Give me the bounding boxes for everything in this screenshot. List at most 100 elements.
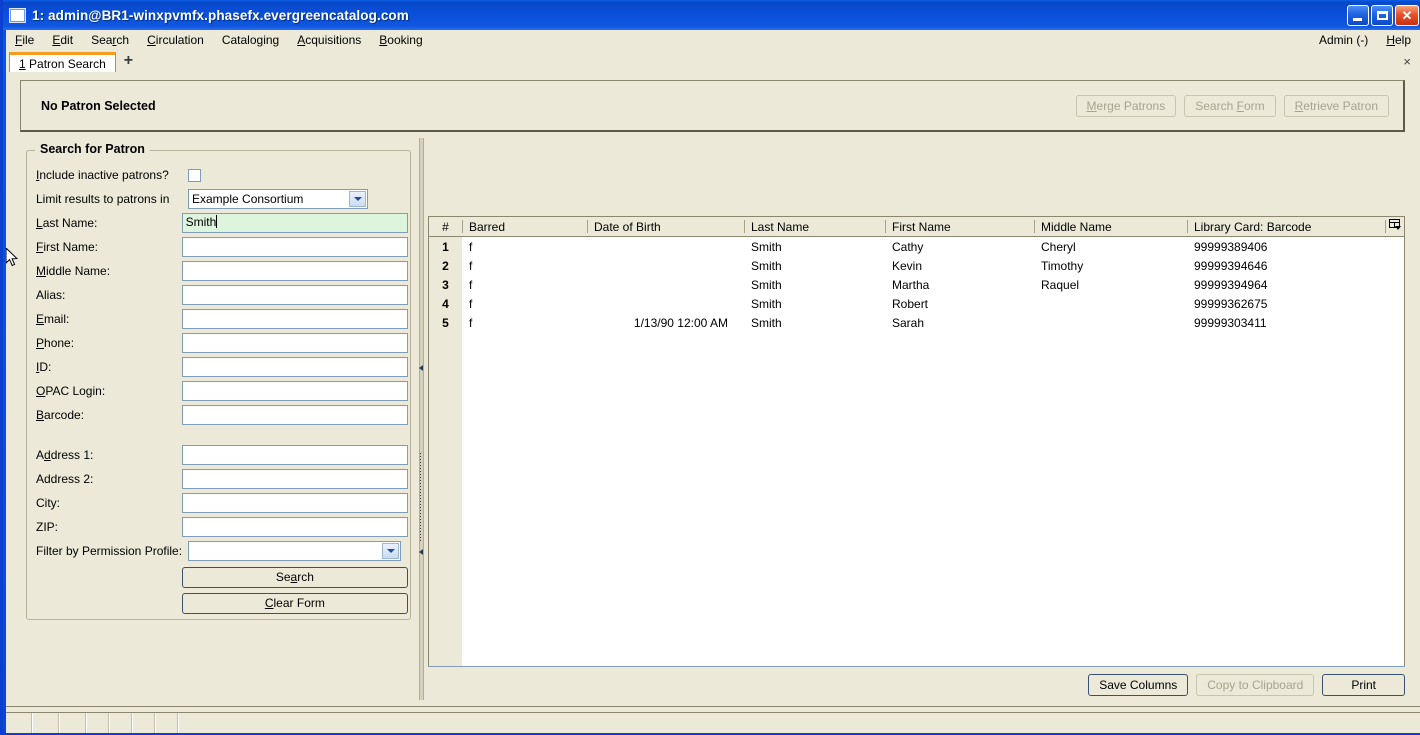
maximize-button[interactable] — [1371, 4, 1393, 26]
copy-to-clipboard-button[interactable]: Copy to Clipboard — [1196, 674, 1315, 696]
results-panel: # Barred Date of Birth Last Name First N… — [428, 138, 1405, 700]
application-window: 1: admin@BR1-winxpvmfx.phasefx.evergreen… — [0, 0, 1420, 735]
menu-file[interactable]: File — [6, 31, 43, 49]
limit-results-select[interactable]: Example Consortium — [188, 189, 368, 209]
merge-patrons-button[interactable]: Merge Patrons — [1075, 94, 1177, 117]
opac-login-label: OPAC Login: — [36, 384, 106, 398]
include-inactive-label: Include inactive patrons? — [36, 168, 169, 182]
chevron-down-icon[interactable] — [382, 543, 399, 559]
cell-middle-name: Raquel — [1034, 275, 1187, 294]
status-segment-1 — [6, 713, 33, 733]
cell-middle-name: Cheryl — [1034, 236, 1187, 256]
cell-first-name: Cathy — [885, 236, 1034, 256]
status-bar — [6, 712, 1420, 733]
clear-form-button[interactable]: Clear Form — [181, 592, 408, 614]
alias-input[interactable] — [181, 285, 408, 305]
splitter-collapse-left-icon[interactable] — [417, 364, 424, 371]
splitter-grip[interactable] — [420, 453, 421, 543]
field-row-search-button: Se a rch — [36, 563, 408, 589]
cell-middle-name — [1034, 313, 1187, 332]
search-fieldset-legend: Search for Patron — [35, 142, 150, 156]
patron-search-form: Include inactive patrons? Limit results … — [36, 163, 408, 615]
include-inactive-checkbox[interactable] — [188, 168, 201, 182]
cell-spacer — [1385, 313, 1404, 332]
menu-cataloging[interactable]: Cataloging — [213, 31, 288, 49]
window-title: 1: admin@BR1-winxpvmfx.phasefx.evergreen… — [32, 7, 409, 23]
table-row[interactable]: 3 f Smith Martha Raquel 99999394964 — [429, 275, 1404, 294]
middle-name-input[interactable] — [181, 261, 408, 281]
field-row-zip: ZIP: — [36, 515, 408, 539]
splitter-bar[interactable] — [419, 138, 424, 700]
column-header-dob[interactable]: Date of Birth — [587, 216, 744, 237]
window-controls: ✕ — [1347, 4, 1420, 26]
chevron-down-icon[interactable] — [349, 191, 366, 207]
close-icon: ✕ — [1401, 7, 1413, 23]
print-button[interactable]: Print — [1322, 674, 1405, 696]
column-header-first-name[interactable]: First Name — [885, 216, 1034, 237]
close-button[interactable]: ✕ — [1395, 4, 1419, 26]
menu-booking[interactable]: Booking — [370, 31, 431, 49]
save-columns-button[interactable]: Save Columns — [1088, 674, 1189, 696]
cell-spacer — [1385, 236, 1404, 256]
splitter-collapse-right-icon[interactable] — [417, 548, 424, 555]
city-input[interactable] — [181, 493, 408, 513]
first-name-input[interactable] — [181, 237, 408, 257]
retrieve-patron-button[interactable]: Retrieve Patron — [1283, 94, 1389, 117]
column-header-middle-name[interactable]: Middle Name — [1034, 216, 1187, 237]
cell-first-name: Martha — [885, 275, 1034, 294]
email-input[interactable] — [181, 309, 408, 329]
panel-splitter[interactable] — [414, 138, 428, 700]
column-header-last-name[interactable]: Last Name — [744, 216, 885, 237]
column-header-number[interactable]: # — [429, 216, 462, 237]
field-row-opac-login: OPAC Login: — [36, 379, 408, 403]
cell-barred: f — [462, 313, 587, 332]
phone-label: Phone: — [36, 336, 75, 350]
menu-bar-right: Admin (-) Help — [1310, 31, 1420, 49]
address2-input[interactable] — [181, 469, 408, 489]
cell-dob — [587, 294, 744, 313]
close-tab-button[interactable]: × — [1403, 54, 1420, 70]
email-label: Email: — [36, 312, 70, 326]
cell-barred: f — [462, 294, 587, 313]
system-menu-icon[interactable] — [9, 7, 26, 23]
cell-dob — [587, 236, 744, 256]
menu-admin[interactable]: Admin (-) — [1310, 31, 1377, 49]
field-row-alias: Alias: — [36, 283, 408, 307]
menu-help[interactable]: Help — [1377, 31, 1420, 49]
table-row[interactable]: 1 f Smith Cathy Cheryl 99999389406 — [429, 236, 1404, 256]
minimize-button[interactable] — [1347, 4, 1369, 26]
permission-profile-select[interactable] — [188, 541, 401, 561]
barcode-input[interactable] — [181, 405, 408, 425]
opac-login-input[interactable] — [181, 381, 408, 401]
phone-input[interactable] — [181, 333, 408, 353]
column-header-barcode[interactable]: Library Card: Barcode — [1187, 216, 1385, 237]
new-tab-button[interactable]: + — [116, 53, 141, 70]
cell-dob — [587, 256, 744, 275]
column-header-barred[interactable]: Barred — [462, 216, 587, 237]
search-form-button[interactable]: Search Form — [1184, 94, 1276, 117]
status-segment-5 — [110, 713, 133, 733]
menu-acquisitions[interactable]: Acquisitions — [288, 31, 370, 49]
menu-circulation[interactable]: Circulation — [138, 31, 213, 49]
menu-bar: File Edit Search Circulation Cataloging … — [6, 30, 1420, 51]
field-row-clear-button: Clear Form — [36, 589, 408, 615]
cell-barcode: 99999389406 — [1187, 236, 1385, 256]
column-picker-button[interactable] — [1385, 216, 1404, 237]
table-row[interactable]: 5 f 1/13/90 12:00 AM Smith Sarah 9999930… — [429, 313, 1404, 332]
tab-patron-search[interactable]: 1 Patron Search — [9, 52, 116, 73]
id-input[interactable] — [181, 357, 408, 377]
table-row[interactable]: 2 f Smith Kevin Timothy 99999394646 — [429, 256, 1404, 275]
cell-barred: f — [462, 256, 587, 275]
table-row[interactable]: 4 f Smith Robert 99999362675 — [429, 294, 1404, 313]
title-bar: 1: admin@BR1-winxpvmfx.phasefx.evergreen… — [3, 0, 1420, 30]
columns-icon — [1389, 219, 1402, 231]
address1-input[interactable] — [181, 445, 408, 465]
search-button[interactable]: Se a rch — [181, 566, 408, 588]
field-row-address2: Address 2: — [36, 467, 408, 491]
maximize-icon — [1376, 10, 1388, 20]
last-name-input[interactable]: Smith — [181, 213, 408, 233]
menu-search[interactable]: Search — [82, 31, 138, 49]
menu-edit[interactable]: Edit — [43, 31, 82, 49]
tab-bar: 1 Patron Search + × — [6, 50, 1420, 73]
zip-input[interactable] — [181, 517, 408, 537]
